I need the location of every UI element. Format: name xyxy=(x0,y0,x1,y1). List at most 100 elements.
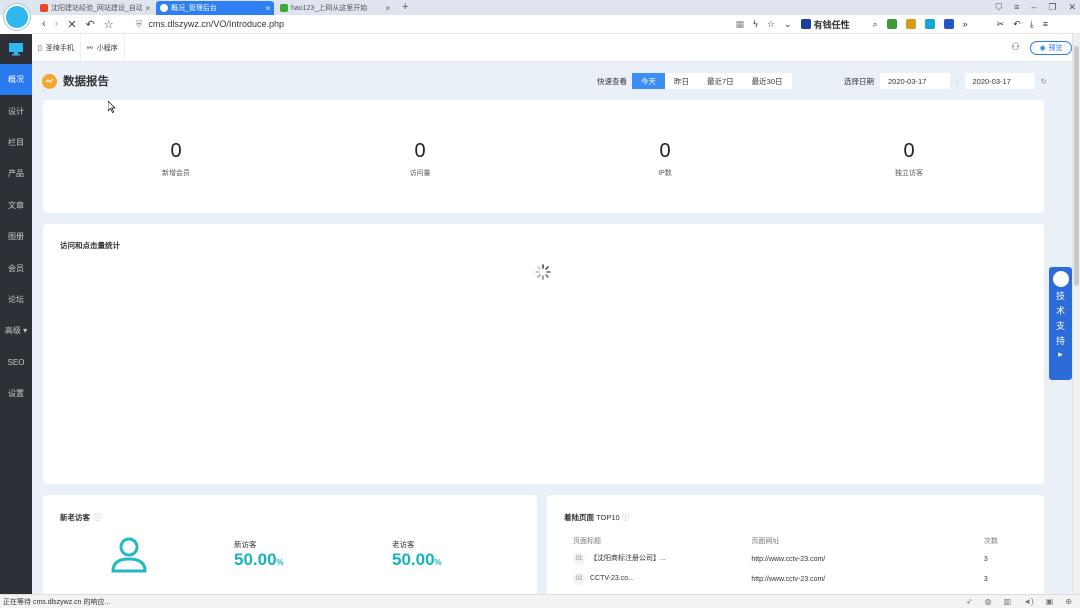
baidu-icon[interactable] xyxy=(943,19,954,29)
sidebar-item[interactable]: 图册 xyxy=(0,221,32,252)
monitor-icon[interactable] xyxy=(0,34,32,64)
grid-icon[interactable]: ▦ xyxy=(736,19,745,30)
stat-unique-visitors: 0 独立访客 xyxy=(859,140,959,178)
left-sidebar: 概况设计栏目产品文章 图册会员论坛 高级 ▾ SEO 设置 xyxy=(0,34,32,594)
lightning-icon[interactable]: ϟ xyxy=(753,19,758,29)
table-row[interactable]: 02 CCTV-23.co... http://www.cctv-23.com/ … xyxy=(573,569,1013,589)
star-icon[interactable]: ☆ xyxy=(104,18,114,31)
rocket-icon[interactable]: ➶ xyxy=(966,597,973,606)
bookmark-star-icon[interactable]: ☆ xyxy=(767,19,775,30)
tech-support-button[interactable]: 技 术 支 持 ▸ xyxy=(1049,267,1072,380)
info-icon[interactable]: ⓘ xyxy=(94,513,102,522)
skin-icon[interactable]: ⛉ xyxy=(995,2,1002,13)
forward-icon[interactable]: › xyxy=(55,18,59,31)
minimize-icon[interactable]: – xyxy=(1031,2,1036,13)
sidebar-item-label: 产品 xyxy=(8,169,24,179)
info-icon[interactable]: ⓘ xyxy=(622,513,630,522)
sidebar-item[interactable]: 概况 xyxy=(0,64,32,96)
sidebar-item-label: 设计 xyxy=(8,106,24,116)
quick-view-label: 快速查看 xyxy=(597,76,627,86)
preview-button[interactable]: ◉ 预览 xyxy=(1030,41,1072,55)
close-tab-icon[interactable]: × xyxy=(385,4,390,13)
landing-table: 页面标题 页面网址 次数 01 【沈阳商标注册公司】... http://www.… xyxy=(573,533,1013,589)
zoom-icon[interactable]: ⊕ xyxy=(1065,597,1072,606)
menu-more-icon[interactable]: ≡ xyxy=(1043,19,1048,29)
scrollbar-thumb[interactable] xyxy=(1074,46,1079,286)
url-text: cms.dlszywz.cn/VO/Introduce.php xyxy=(148,19,284,29)
sidebar-item-label: SEO xyxy=(7,357,25,367)
close-window-icon[interactable]: ✕ xyxy=(1068,2,1076,13)
link-icon: ⚯ xyxy=(86,44,93,52)
close-tab-icon[interactable]: × xyxy=(145,4,150,13)
col-title-header: 页面标题 xyxy=(573,538,601,545)
stop-icon[interactable]: ✕ xyxy=(67,18,76,31)
sidebar-item[interactable]: 高级 ▾ xyxy=(0,315,32,346)
shield-icon: ⛨ xyxy=(135,18,143,29)
mobile-site-button[interactable]: ▯ 圣绮手机 xyxy=(32,34,81,61)
date-to-input[interactable]: 2020-03-17 xyxy=(964,73,1035,89)
visitors-card: 新老访客 ⓘ 新访客 50.00% 老访客 50.00% xyxy=(43,495,537,594)
row-title[interactable]: CCTV-23.co... xyxy=(590,575,634,582)
back-icon[interactable]: ‹ xyxy=(42,18,46,31)
miniapp-button[interactable]: ⚯ 小程序 xyxy=(81,34,125,61)
refresh-icon[interactable]: ↻ xyxy=(1041,77,1047,86)
url-field[interactable]: ⛨ cms.dlszywz.cn/VO/Introduce.php xyxy=(136,19,716,30)
tab-jianzhan[interactable]: 沈阳建站经验_网站建设_自动… × xyxy=(36,1,154,15)
search-icon[interactable]: ⌕ xyxy=(873,19,878,30)
undo-close-icon[interactable]: ↶ xyxy=(1013,19,1021,30)
visits-chart-card: 访问和点击量统计 xyxy=(43,224,1044,484)
volume-icon[interactable]: ◄) xyxy=(1023,597,1034,606)
sidebar-item[interactable]: 设计 xyxy=(0,95,32,126)
sidebar-item[interactable]: 论坛 xyxy=(0,284,32,315)
close-tab-icon[interactable]: × xyxy=(265,4,270,13)
visitors-title: 新老访客 xyxy=(60,513,90,522)
quick-30days-button[interactable]: 最近30日 xyxy=(742,73,792,89)
sidebar-item[interactable]: SEO xyxy=(0,347,32,378)
sidebar-item[interactable]: 文章 xyxy=(0,190,32,221)
download-icon[interactable]: ⤓ xyxy=(1030,19,1034,30)
new-visitors-label: 新访客 xyxy=(234,540,257,549)
sidebar-item[interactable]: 会员 xyxy=(0,252,32,283)
quick-7days-button[interactable]: 最近7日 xyxy=(698,73,743,89)
col-url-header: 页面网址 xyxy=(751,538,780,545)
tab-hao123[interactable]: hao123_上网从这里开始 × xyxy=(276,1,394,15)
date-from-input[interactable]: 2020-03-17 xyxy=(880,73,950,89)
folder-icon[interactable] xyxy=(905,19,916,29)
menu-icon[interactable]: ≡ xyxy=(1014,2,1019,13)
window-icon[interactable]: ▣ xyxy=(1046,597,1054,606)
vertical-scrollbar[interactable] xyxy=(1072,34,1080,594)
page-title: 数据报告 xyxy=(63,76,109,88)
quick-today-button[interactable]: 今天 xyxy=(632,73,665,89)
stat-label: 访问量 xyxy=(409,170,431,177)
sidebar-item[interactable]: 产品 xyxy=(0,158,32,189)
date-label: 选择日期 xyxy=(844,76,874,86)
sidebar-item-label: 会员 xyxy=(8,263,24,273)
quick-yesterday-button[interactable]: 昨日 xyxy=(665,73,698,89)
sidebar-item[interactable]: 栏目 xyxy=(0,127,32,158)
user-icon[interactable]: ⚇ xyxy=(1011,42,1020,53)
trash-icon[interactable]: ▥ xyxy=(1004,597,1012,606)
sidebar-item[interactable]: 设置 xyxy=(0,378,32,409)
support-char: 支 xyxy=(1055,321,1065,331)
support-char: 持 xyxy=(1055,336,1065,346)
tab-admin[interactable]: 概况_管理后台 × xyxy=(156,1,274,15)
screenshot-icon[interactable] xyxy=(924,19,935,29)
support-char: 技 xyxy=(1055,291,1065,301)
browser-logo[interactable] xyxy=(4,4,30,30)
row-url[interactable]: http://www.cctv-23.com/ xyxy=(751,556,984,563)
preview-label: 预览 xyxy=(1048,45,1063,52)
new-tab-icon[interactable]: + xyxy=(402,1,408,15)
app-store-icon[interactable] xyxy=(886,19,897,29)
row-title[interactable]: 【沈阳商标注册公司】... xyxy=(590,555,666,562)
search-engine-label: 有钱任性 xyxy=(813,19,850,30)
more-icon[interactable]: » xyxy=(963,19,968,29)
dropdown-icon[interactable]: ⌄ xyxy=(784,19,792,30)
search-engine[interactable]: 有钱任性 xyxy=(800,18,850,31)
scissors-icon[interactable]: ✂ xyxy=(997,19,1005,30)
globe-icon[interactable]: ◍ xyxy=(985,597,992,606)
sidebar-item-label: 栏目 xyxy=(8,137,24,147)
row-url[interactable]: http://www.cctv-23.com/ xyxy=(751,576,984,583)
table-row[interactable]: 01 【沈阳商标注册公司】... http://www.cctv-23.com/ … xyxy=(573,549,1013,569)
restore-icon[interactable]: ❐ xyxy=(1048,2,1056,13)
undo-icon[interactable]: ↶ xyxy=(86,18,95,31)
